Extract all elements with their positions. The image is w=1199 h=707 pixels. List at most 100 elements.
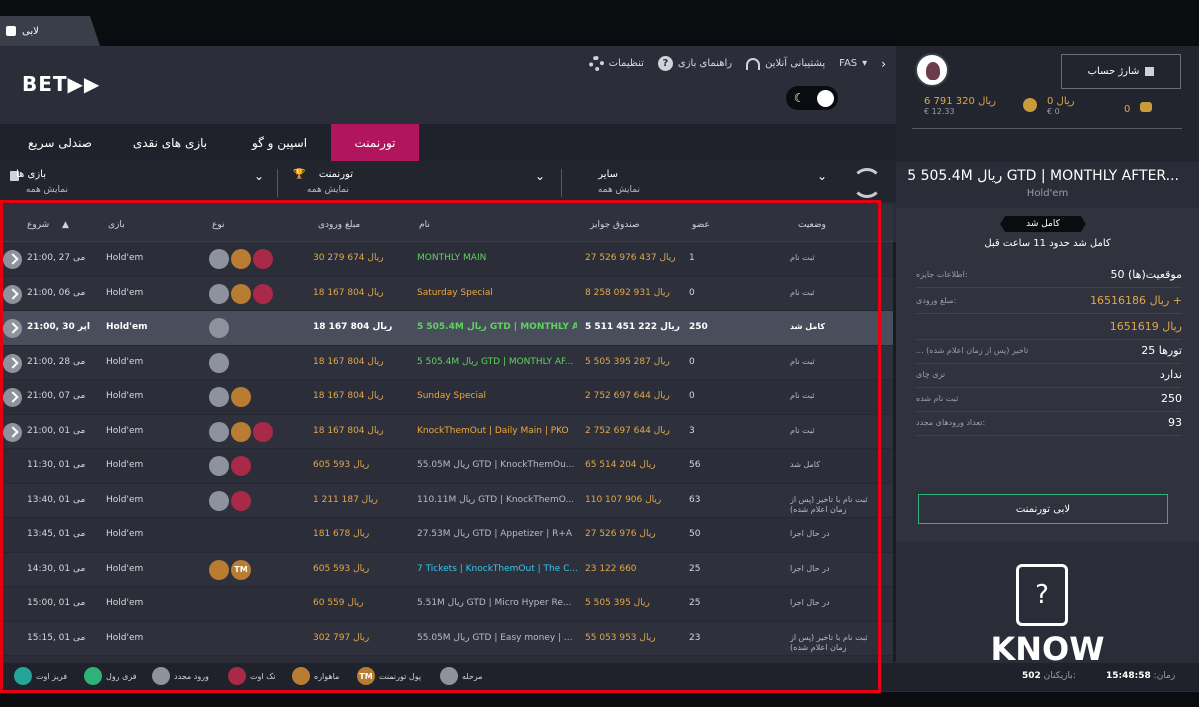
table-row[interactable]: می 01 ,15:00 Hold'em 60 559 ریال 5.51M ریال… <box>0 587 893 622</box>
cell-name: 110.11M ریال GTD | KnockThemO... <box>417 494 575 505</box>
right-panel: شارژ حساب 6 791 320 ریال € 12.33 0 ریال … <box>896 46 1199 668</box>
settings-button[interactable]: تنظیمات <box>588 56 644 71</box>
filter-games-sub: نمایش همه <box>25 185 68 195</box>
table-header: شروع ▲ بازی نوع مبلغ ورودی نام صندوق جوا… <box>0 204 893 242</box>
cell-entry: 30 279 674 ریال <box>313 253 384 263</box>
collapse-toggle[interactable]: › <box>881 57 886 71</box>
players-count: 502 بازیکنان: <box>1022 671 1076 681</box>
cell-game: Hold'em <box>106 563 144 574</box>
avatar[interactable] <box>915 53 949 87</box>
cell-game: Hold'em <box>106 391 144 401</box>
type-icons <box>209 283 273 304</box>
filter-row: ⌄ سایر نمایش همه ⌄ 🏆 تورنمنت نمایش همه ⌄… <box>0 161 896 202</box>
bounty-icon <box>231 387 251 407</box>
bounty-icon <box>209 559 229 580</box>
language-label: FAS <box>839 58 858 69</box>
cell-players: 63 <box>689 494 701 505</box>
chevron-down-icon: ⌄ <box>535 169 546 183</box>
cell-game: Hold'em <box>106 287 144 298</box>
lobby-tab[interactable]: لابی <box>0 16 100 46</box>
detail-key: ... تاخیر (پس از زمان اعلام شده) <box>916 346 1029 355</box>
header-entry[interactable]: مبلغ ورودی <box>318 220 360 230</box>
table-row[interactable]: می 01 ,13:45 Hold'em 181 678 ریال 27.53M ری… <box>0 518 893 553</box>
cell-name: 5.51M ریال GTD | Micro Hyper Re... <box>417 598 572 608</box>
sort-up-icon[interactable]: ▲ <box>62 220 69 230</box>
header-status[interactable]: وضعیت <box>798 220 826 230</box>
pin-icon[interactable] <box>3 388 22 407</box>
pin-icon[interactable] <box>3 319 22 338</box>
cell-game: Hold'em <box>106 529 144 539</box>
balance-tickets: 0 <box>1124 102 1152 115</box>
header-type[interactable]: نوع <box>212 220 225 230</box>
language-select[interactable]: FAS ▾ <box>839 58 867 69</box>
table-row[interactable]: می 06 ,21:00 Hold'em 18 167 804 ریال Saturd… <box>0 276 893 311</box>
cell-start: می 01 ,15:00 <box>27 598 86 608</box>
cell-status: ثبت نام <box>790 253 815 262</box>
table-row[interactable]: می 01 ,15:15 Hold'em 302 797 ریال 55.05M ری… <box>0 621 893 656</box>
detail-value: 250 <box>1161 392 1182 405</box>
pin-icon[interactable] <box>3 250 22 269</box>
tab-tournament[interactable]: تورنمنت <box>331 124 419 161</box>
filter-games[interactable]: ⌄ بازی ها نمایش همه <box>6 167 268 197</box>
promo-banner[interactable]: ? KNOW <box>896 546 1199 668</box>
tournament-lobby-button[interactable]: لابی تورنمنت <box>918 494 1168 524</box>
legend-item: فری رول <box>84 667 137 685</box>
pin-icon[interactable] <box>3 422 22 442</box>
header-prize[interactable]: صندوق جوایز <box>590 220 639 230</box>
cell-entry: 302 797 ریال <box>313 632 370 643</box>
knockout-icon <box>231 490 251 511</box>
tournament-info-header: 5 505.4M ریال GTD | MONTHLY AFTER... Hol… <box>896 162 1199 204</box>
detail-row: ... تاخیر (پس از زمان اعلام شده) تورها 25 <box>916 342 1182 364</box>
table-row[interactable]: می 01 ,11:30 Hold'em 605 593 ریال 55.05M ری… <box>0 449 893 484</box>
table-row[interactable]: آپر 30 ,21:00 Hold'em 18 167 804 ریال 5 505… <box>0 311 893 346</box>
cell-status: ثبت نام <box>790 356 815 366</box>
table-row[interactable]: می 07 ,21:00 Hold'em 18 167 804 ریال Sunday… <box>0 380 893 415</box>
table-row[interactable]: می 01 ,21:00 Hold'em 18 167 804 ریال KnockT… <box>0 414 893 449</box>
cell-start: آپر 30 ,21:00 <box>27 322 90 332</box>
cell-prize: 2 752 697 644 ریال <box>585 391 670 401</box>
refresh-icon[interactable] <box>852 168 882 198</box>
support-button[interactable]: پشتیبانی آنلاین <box>746 57 825 70</box>
tab-spin-and-go[interactable]: اسپین و گو <box>232 124 327 161</box>
cell-start: می 01 ,13:45 <box>27 529 86 539</box>
cell-prize: 27 526 976 437 ریال <box>585 253 676 263</box>
table-row[interactable]: می 01 ,13:40 Hold'em 1 211 187 ریال 110.11M… <box>0 483 893 518</box>
status-bar: 502 بازیکنان: زمان: 15:48:58 <box>884 663 1199 691</box>
pin-icon[interactable] <box>3 353 22 373</box>
cell-game: Hold'em <box>106 322 148 332</box>
toggle-knob <box>817 89 834 107</box>
theme-toggle[interactable]: ☾ <box>786 86 838 110</box>
headset-icon <box>746 57 761 70</box>
filter-tournament[interactable]: ⌄ 🏆 تورنمنت نمایش همه <box>279 167 551 197</box>
rebuy-icon <box>152 667 170 685</box>
pin-icon[interactable] <box>3 284 22 304</box>
cell-entry: 18 167 804 ریال <box>313 322 393 332</box>
players-count-value: 502 <box>1022 671 1041 681</box>
cell-name: Saturday Special <box>417 287 493 298</box>
charge-account-button[interactable]: شارژ حساب <box>1061 54 1181 89</box>
header-game[interactable]: بازی <box>108 220 125 230</box>
header-players[interactable]: عضو <box>692 220 710 230</box>
table-row[interactable]: می 01 ,14:30 Hold'em TM 605 593 ریال 7 Ticke… <box>0 552 893 587</box>
cell-status: ثبت نام با تاخیر (پس از زمان اعلام شده) <box>790 494 868 514</box>
filter-other[interactable]: ⌄ سایر نمایش همه <box>565 167 830 197</box>
tab-quick-seat[interactable]: صندلی سریع <box>10 124 110 161</box>
table-row[interactable]: می 27 ,21:00 Hold'em 30 279 674 ریال MONTHL… <box>0 242 893 277</box>
detail-row: تعداد ورودهای مجدد: 93 <box>916 414 1182 436</box>
freezeout-icon <box>14 667 32 685</box>
help-button[interactable]: ? راهنمای بازی <box>657 56 732 71</box>
players-count-label: بازیکنان: <box>1043 671 1076 681</box>
header-start[interactable]: شروع <box>27 220 49 230</box>
trophy-icon: 🏆 <box>293 169 306 180</box>
table-row[interactable]: می 28 ,21:00 Hold'em 18 167 804 ریال 5 505.… <box>0 345 893 380</box>
cell-name: KnockThemOut | Daily Main | PKO <box>417 425 569 436</box>
filter-other-sub: نمایش همه <box>597 185 640 195</box>
cell-game: Hold'em <box>106 632 144 643</box>
detail-row: ثبت نام شده 250 <box>916 390 1182 412</box>
tab-cash-games[interactable]: بازی های نقدی <box>120 124 220 161</box>
detail-value: 1651619 ریال <box>1109 320 1182 333</box>
header-name[interactable]: نام <box>419 220 430 230</box>
cell-players: 250 <box>689 322 708 332</box>
detail-value: ندارد <box>1159 368 1182 381</box>
cell-start: می 01 ,14:30 <box>27 563 86 574</box>
